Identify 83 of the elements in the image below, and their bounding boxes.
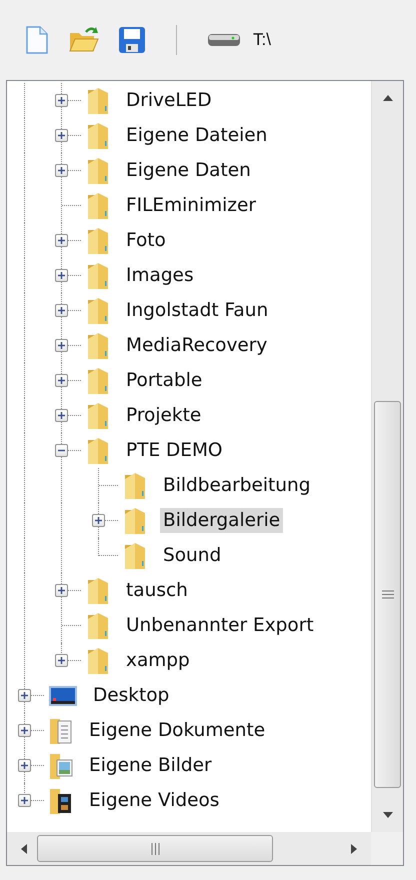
folder-item[interactable]: Ingolstadt Faun [123, 298, 272, 323]
plus-icon [20, 761, 29, 770]
folder-icon [122, 470, 148, 500]
collapse-button[interactable] [55, 444, 68, 457]
folder-item[interactable]: Sound [160, 543, 224, 568]
folder-icon [85, 260, 111, 290]
expand-button[interactable] [55, 164, 68, 177]
folder-icon [85, 120, 111, 150]
folder-item[interactable]: FILEminimizer [123, 193, 259, 218]
vertical-scrollbar[interactable] [371, 81, 403, 832]
folder-icon [85, 646, 111, 676]
expand-button[interactable] [55, 94, 68, 107]
folder-item[interactable]: DriveLED [123, 88, 215, 113]
folder-icon [85, 576, 111, 606]
plus-icon [57, 306, 66, 315]
plus-icon [57, 656, 66, 665]
plus-icon [57, 96, 66, 105]
folder-icon [85, 190, 111, 220]
folder-item[interactable]: Eigene Videos [86, 788, 222, 813]
folder-item[interactable]: Images [123, 263, 197, 288]
folder-item[interactable]: MediaRecovery [123, 333, 270, 358]
drive-button[interactable]: T:\ [205, 28, 273, 52]
scroll-left-icon[interactable] [21, 844, 27, 854]
expand-button[interactable] [55, 339, 68, 352]
expand-button[interactable] [18, 724, 31, 737]
folder-item[interactable]: Unbenannter Export [123, 613, 317, 638]
plus-icon [57, 341, 66, 350]
horizontal-scrollbar[interactable] [7, 832, 371, 865]
folder-item[interactable]: Foto [123, 228, 169, 253]
plus-icon [57, 411, 66, 420]
folder-item[interactable]: Desktop [90, 683, 172, 708]
expand-button[interactable] [55, 129, 68, 142]
folder-item[interactable]: Bildbearbeitung [160, 473, 314, 498]
folder-icon [85, 400, 111, 430]
plus-icon [57, 166, 66, 175]
plus-icon [94, 516, 103, 525]
folder-icon [85, 436, 111, 466]
expand-button[interactable] [55, 654, 68, 667]
folder-icon [85, 366, 111, 396]
expand-button[interactable] [55, 304, 68, 317]
folder-item[interactable]: Projekte [123, 403, 204, 428]
scrollbar-corner [371, 832, 403, 865]
folder-item[interactable]: PTE DEMO [123, 438, 226, 463]
plus-icon [20, 726, 29, 735]
scrollbar-thumb[interactable] [37, 835, 273, 862]
plus-icon [57, 376, 66, 385]
folder-icon [122, 506, 148, 536]
plus-icon [57, 131, 66, 140]
drive-icon [207, 32, 241, 48]
folder-item[interactable]: Eigene Daten [123, 158, 254, 183]
expand-button[interactable] [18, 794, 31, 807]
plus-icon [20, 796, 29, 805]
expand-button[interactable] [55, 409, 68, 422]
expand-button[interactable] [92, 514, 105, 527]
folder-item[interactable]: Bildergalerie [160, 508, 284, 533]
plus-icon [20, 691, 29, 700]
expand-button[interactable] [18, 689, 31, 702]
folder-item[interactable]: tausch [123, 578, 191, 603]
expand-button[interactable] [55, 374, 68, 387]
folder-icon [85, 296, 111, 326]
expand-button[interactable] [55, 269, 68, 282]
expand-button[interactable] [55, 234, 68, 247]
folder-item[interactable]: Eigene Dateien [123, 123, 270, 148]
plus-icon [57, 586, 66, 595]
folder-item[interactable]: Eigene Dokumente [86, 718, 268, 743]
plus-icon [57, 271, 66, 280]
folder-item[interactable]: Portable [123, 368, 206, 393]
scrollbar-thumb[interactable] [374, 401, 401, 788]
scroll-up-icon[interactable] [382, 95, 392, 101]
scroll-down-icon[interactable] [382, 812, 392, 818]
folder-icon [122, 540, 148, 570]
save-button[interactable] [116, 24, 148, 56]
folder-icon [85, 226, 111, 256]
scroll-right-icon[interactable] [351, 844, 357, 854]
expand-button[interactable] [18, 759, 31, 772]
folder-icon [85, 610, 111, 640]
expand-button[interactable] [55, 584, 68, 597]
folder-icon [85, 156, 111, 186]
folder-item[interactable]: xampp [123, 648, 193, 673]
folder-item[interactable]: Eigene Bilder [86, 753, 215, 778]
folder-icon [85, 86, 111, 116]
plus-icon [57, 236, 66, 245]
folder-icon [85, 330, 111, 360]
